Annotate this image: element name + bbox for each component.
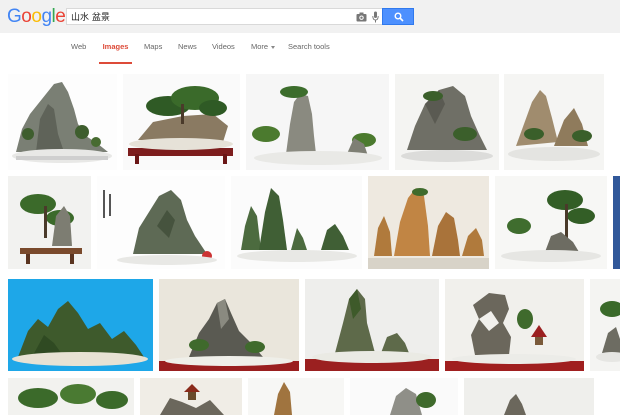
image-result[interactable]: [368, 176, 489, 269]
image-result[interactable]: [8, 74, 117, 170]
penjing-image: [97, 176, 225, 269]
image-results-grid: [0, 64, 620, 415]
search-box: [66, 8, 383, 25]
image-result[interactable]: [8, 176, 91, 269]
tab-videos[interactable]: Videos: [212, 33, 235, 64]
search-tools-button[interactable]: Search tools: [288, 33, 330, 64]
penjing-image: [590, 279, 620, 371]
image-result[interactable]: [248, 378, 344, 415]
logo-letter: G: [7, 6, 22, 27]
tab-web[interactable]: Web: [71, 33, 86, 64]
search-input[interactable]: [71, 10, 341, 23]
penjing-image: [123, 74, 240, 170]
penjing-image: [350, 378, 458, 415]
tab-maps[interactable]: Maps: [144, 33, 162, 64]
image-result[interactable]: [140, 378, 242, 415]
tab-images[interactable]: Images: [99, 33, 132, 64]
penjing-image: [8, 74, 117, 170]
logo-letter: e: [55, 6, 66, 27]
logo-letter: o: [21, 6, 32, 27]
image-result[interactable]: [350, 378, 458, 415]
image-result[interactable]: [590, 279, 620, 371]
image-result[interactable]: [495, 176, 607, 269]
penjing-image: [368, 176, 489, 269]
penjing-image: [495, 176, 607, 269]
search-icon: [394, 12, 404, 22]
image-result[interactable]: [246, 74, 389, 170]
penjing-image: [8, 279, 153, 371]
penjing-image: [464, 378, 594, 415]
penjing-image: [8, 176, 91, 269]
image-result[interactable]: [445, 279, 584, 371]
image-result[interactable]: [504, 74, 604, 170]
header: Google: [0, 0, 620, 33]
penjing-image: [140, 378, 242, 415]
penjing-image: [504, 74, 604, 170]
penjing-image: [613, 176, 620, 269]
tab-more-label: More: [251, 42, 269, 51]
camera-icon[interactable]: [356, 12, 367, 22]
image-result[interactable]: [305, 279, 439, 371]
penjing-image: [246, 74, 389, 170]
penjing-image: [231, 176, 362, 269]
penjing-image: [395, 74, 499, 170]
penjing-image: [8, 378, 134, 415]
image-result[interactable]: [464, 378, 594, 415]
search-button[interactable]: [382, 8, 414, 25]
penjing-image: [305, 279, 439, 371]
image-result[interactable]: [8, 279, 153, 371]
image-result[interactable]: [395, 74, 499, 170]
microphone-icon[interactable]: [372, 11, 379, 23]
google-logo[interactable]: Google: [7, 6, 66, 28]
tab-more[interactable]: More: [251, 33, 276, 64]
search-nav: Web Images Maps News Videos More Search …: [0, 33, 620, 65]
penjing-image: [445, 279, 584, 371]
image-result[interactable]: [159, 279, 299, 371]
image-result[interactable]: [8, 378, 134, 415]
image-result[interactable]: [231, 176, 362, 269]
tab-news[interactable]: News: [178, 33, 197, 64]
image-result[interactable]: [123, 74, 240, 170]
chevron-down-icon: [271, 45, 276, 49]
logo-letter: g: [41, 6, 52, 27]
logo-letter: o: [31, 6, 42, 27]
penjing-image: [159, 279, 299, 371]
image-result[interactable]: [613, 176, 620, 269]
penjing-image: [248, 378, 344, 415]
image-result[interactable]: [97, 176, 225, 269]
